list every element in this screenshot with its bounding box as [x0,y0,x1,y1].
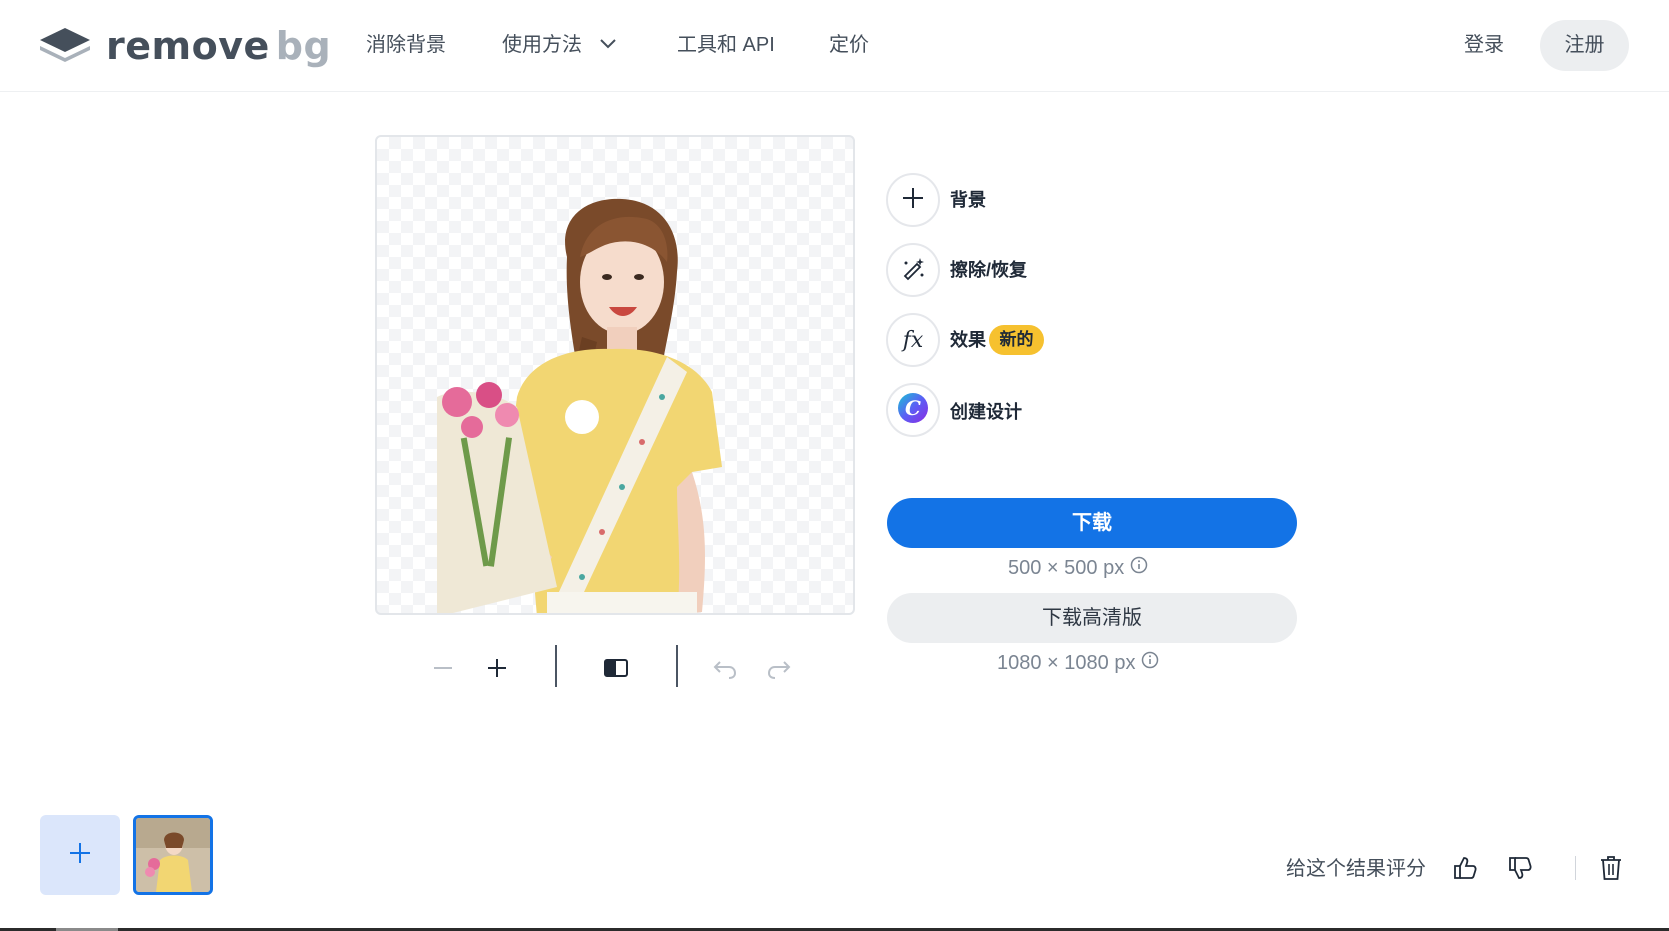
plus-icon [69,842,91,869]
logo-layers-icon [38,26,92,66]
nav-remove-background[interactable]: 消除背景 [366,30,446,60]
thumbs-down-icon[interactable] [1504,852,1536,884]
undo-icon[interactable] [707,650,743,686]
info-icon[interactable] [1141,649,1159,677]
download-size-info: 500 × 500 px [1008,554,1148,582]
toolbar-divider [555,645,557,687]
thumbs-up-icon[interactable] [1449,852,1481,884]
svg-text:C: C [905,396,921,420]
new-badge: 新的 [989,325,1044,355]
magic-brush-icon [900,255,926,286]
canva-logo-icon: C [897,392,929,429]
signup-button[interactable]: 注册 [1540,20,1629,71]
logo-text-remove: remove [106,24,270,68]
download-button[interactable]: 下载 [887,498,1297,548]
create-design-button[interactable]: C [886,383,940,437]
compare-icon[interactable] [598,650,634,686]
background-label[interactable]: 背景 [950,187,986,213]
erase-restore-label[interactable]: 擦除/恢复 [950,257,1027,283]
logo-text: remove bg [106,24,331,68]
download-hd-button[interactable]: 下载高清版 [887,593,1297,643]
trash-icon[interactable] [1595,852,1627,884]
download-size-text: 500 × 500 px [1008,557,1125,579]
add-image-button[interactable] [40,815,120,895]
hd-size-text: 1080 × 1080 px [997,652,1136,674]
rating-divider [1575,856,1576,880]
erase-restore-button[interactable] [886,243,940,297]
image-thumbnail[interactable] [133,815,213,895]
toolbar-divider [676,645,678,687]
thumbnail-photo [136,818,210,892]
login-link[interactable]: 登录 [1464,30,1504,60]
chevron-down-icon[interactable] [598,36,618,52]
plus-icon [901,186,925,215]
logo-text-bg: bg [275,24,332,68]
top-header: remove bg 消除背景 使用方法 工具和 API 定价 登录 注册 [0,0,1669,92]
effects-label[interactable]: 效果 [950,327,986,353]
create-design-label[interactable]: 创建设计 [950,399,1022,425]
removebg-logo[interactable]: remove bg [38,24,331,68]
zoom-in-icon[interactable] [479,650,515,686]
nav-pricing[interactable]: 定价 [829,30,869,60]
zoom-out-icon[interactable] [425,650,461,686]
redo-icon[interactable] [761,650,797,686]
cutout-person-image [437,198,722,613]
info-icon[interactable] [1130,554,1148,582]
result-image-preview[interactable] [375,135,855,615]
nav-how-to[interactable]: 使用方法 [502,30,582,60]
rate-result-label: 给这个结果评分 [1286,858,1426,880]
nav-tools-api[interactable]: 工具和 API [677,30,775,60]
hd-size-info: 1080 × 1080 px [997,649,1159,677]
fx-icon: fx [902,327,924,353]
effects-button[interactable]: fx [886,313,940,367]
add-background-button[interactable] [886,173,940,227]
